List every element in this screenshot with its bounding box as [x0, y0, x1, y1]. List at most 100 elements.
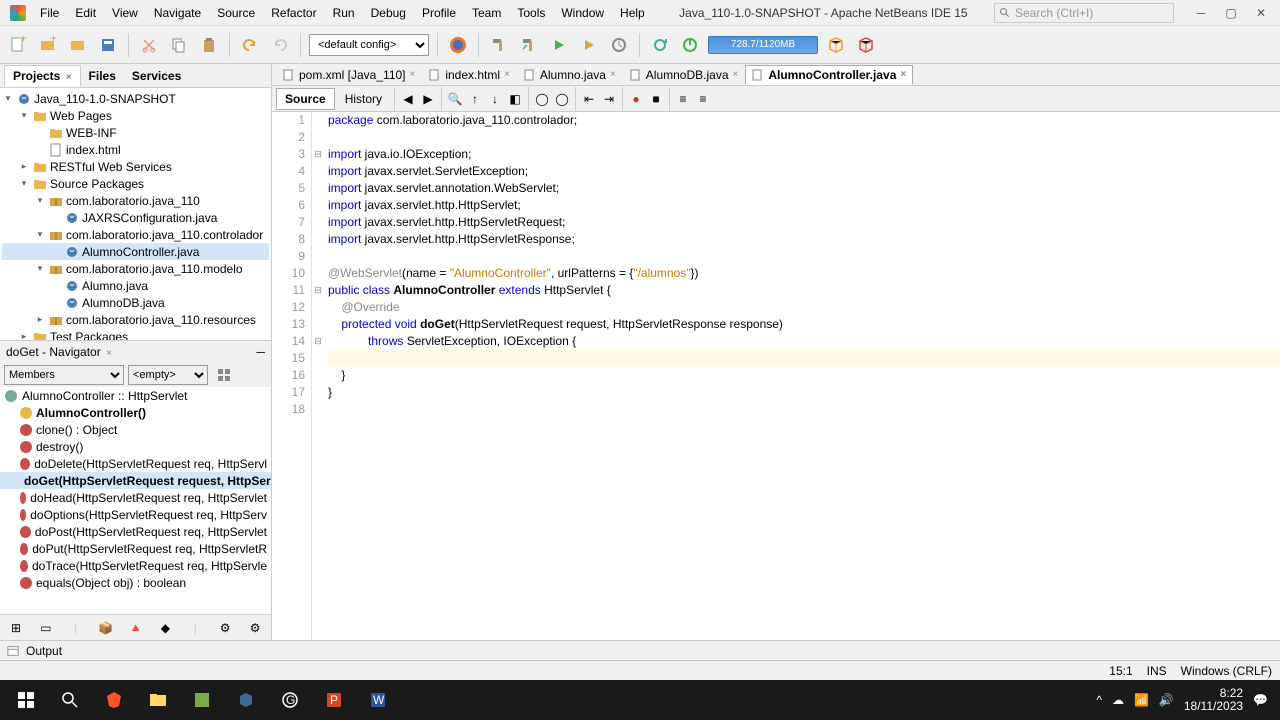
projects-tab[interactable]: Projects ×: [4, 65, 81, 87]
code-line[interactable]: }: [328, 384, 1280, 401]
tree-node[interactable]: JAXRSConfiguration.java: [2, 209, 269, 226]
bp-button[interactable]: ◯: [533, 90, 551, 108]
tree-node[interactable]: ▾com.laboratorio.java_110: [2, 192, 269, 209]
tree-toggle-icon[interactable]: ▸: [18, 161, 30, 172]
nav-b5[interactable]: ◆: [153, 616, 177, 640]
tree-toggle-icon[interactable]: ▾: [18, 178, 30, 189]
save-all-button[interactable]: [96, 33, 120, 57]
profile-button[interactable]: [607, 33, 631, 57]
tree-node[interactable]: ▾Java_110-1.0-SNAPSHOT: [2, 90, 269, 107]
navigator-item[interactable]: doDelete(HttpServletRequest req, HttpSer…: [0, 455, 271, 472]
notification-icon[interactable]: 💬: [1253, 693, 1268, 707]
close-icon[interactable]: ×: [410, 69, 416, 80]
volume-icon[interactable]: 🔊: [1159, 693, 1174, 707]
run-button[interactable]: [547, 33, 571, 57]
navigator-item[interactable]: equals(Object obj) : boolean: [0, 574, 271, 591]
close-icon[interactable]: ×: [900, 69, 906, 80]
redo-button[interactable]: [268, 33, 292, 57]
start-button[interactable]: [4, 680, 48, 720]
stop-button[interactable]: [678, 33, 702, 57]
new-file-button[interactable]: +: [6, 33, 30, 57]
files-tab[interactable]: Files: [81, 66, 124, 86]
tree-node[interactable]: ▸Test Packages: [2, 328, 269, 340]
code-line[interactable]: import javax.servlet.http.HttpServletReq…: [328, 214, 1280, 231]
tree-node[interactable]: WEB-INF: [2, 124, 269, 141]
back-button[interactable]: ◀: [399, 90, 417, 108]
comment-button[interactable]: ≡: [674, 90, 692, 108]
fold-toggle-icon[interactable]: ⊟: [312, 282, 324, 299]
navigator-list[interactable]: AlumnoController :: HttpServlet AlumnoCo…: [0, 387, 271, 614]
code-line[interactable]: [328, 350, 1280, 367]
reload-button[interactable]: [648, 33, 672, 57]
minimize-button[interactable]: ─: [1194, 6, 1208, 20]
services-tab[interactable]: Services: [124, 66, 189, 86]
firefox-button[interactable]: [446, 33, 470, 57]
tree-node[interactable]: AlumnoDB.java: [2, 294, 269, 311]
menu-refactor[interactable]: Refactor: [263, 2, 324, 24]
gc-button[interactable]: [824, 33, 848, 57]
word-button[interactable]: W: [356, 680, 400, 720]
menu-navigate[interactable]: Navigate: [146, 2, 209, 24]
ppt-button[interactable]: P: [312, 680, 356, 720]
navigator-item[interactable]: doPost(HttpServletRequest req, HttpServl…: [0, 523, 271, 540]
stop-rec-button[interactable]: ■: [647, 90, 665, 108]
search-button[interactable]: [48, 680, 92, 720]
tree-toggle-icon[interactable]: ▸: [34, 314, 46, 325]
close-icon[interactable]: ×: [106, 348, 112, 359]
close-icon[interactable]: ×: [66, 72, 72, 83]
navigator-item[interactable]: destroy(): [0, 438, 271, 455]
find-next-button[interactable]: ↓: [486, 90, 504, 108]
close-icon[interactable]: ×: [733, 69, 739, 80]
navigator-item[interactable]: AlumnoController(): [0, 404, 271, 421]
new-project-button[interactable]: +: [36, 33, 60, 57]
navigator-item[interactable]: doHead(HttpServletRequest req, HttpServl…: [0, 489, 271, 506]
navigator-item[interactable]: doTrace(HttpServletRequest req, HttpServ…: [0, 557, 271, 574]
menu-help[interactable]: Help: [612, 2, 653, 24]
code-line[interactable]: }: [328, 367, 1280, 384]
code-line[interactable]: import javax.servlet.http.HttpServletRes…: [328, 231, 1280, 248]
editor-tab[interactable]: pom.xml [Java_110]×: [276, 65, 422, 85]
fwd-button[interactable]: ▶: [419, 90, 437, 108]
rec-button[interactable]: ●: [627, 90, 645, 108]
config-select[interactable]: <default config>: [309, 34, 429, 56]
fold-toggle-icon[interactable]: ⊟: [312, 146, 324, 163]
close-icon[interactable]: ×: [610, 69, 616, 80]
shift-l-button[interactable]: ⇤: [580, 90, 598, 108]
tree-toggle-icon[interactable]: ▾: [18, 110, 30, 121]
empty-select[interactable]: <empty>: [128, 365, 208, 385]
code-line[interactable]: throws ServletException, IOException {: [328, 333, 1280, 350]
tree-toggle-icon[interactable]: ▸: [18, 331, 30, 340]
highlight-button[interactable]: ◧: [506, 90, 524, 108]
output-panel-header[interactable]: Output: [0, 640, 1280, 660]
tree-node[interactable]: ▸com.laboratorio.java_110.resources: [2, 311, 269, 328]
find-button[interactable]: 🔍: [446, 90, 464, 108]
code-line[interactable]: [328, 129, 1280, 146]
tree-node[interactable]: Alumno.java: [2, 277, 269, 294]
menu-window[interactable]: Window: [553, 2, 612, 24]
menu-file[interactable]: File: [32, 2, 67, 24]
editor-tab[interactable]: Alumno.java×: [517, 65, 623, 85]
bp2-button[interactable]: ◯: [553, 90, 571, 108]
tree-node[interactable]: ▾Source Packages: [2, 175, 269, 192]
members-select[interactable]: Members: [4, 365, 124, 385]
tree-toggle-icon[interactable]: ▾: [2, 93, 14, 104]
editor-tab[interactable]: AlumnoDB.java×: [623, 65, 746, 85]
debug-button[interactable]: [577, 33, 601, 57]
code-line[interactable]: import javax.servlet.http.HttpServlet;: [328, 197, 1280, 214]
code-line[interactable]: @Override: [328, 299, 1280, 316]
open-button[interactable]: [66, 33, 90, 57]
minimize-icon[interactable]: ─: [256, 345, 265, 359]
paste-button[interactable]: [197, 33, 221, 57]
code-editor[interactable]: 123456789101112131415161718 ⊟⊟⊟ package …: [272, 112, 1280, 640]
menu-tools[interactable]: Tools: [509, 2, 553, 24]
clean-build-button[interactable]: [517, 33, 541, 57]
tree-node[interactable]: ▾com.laboratorio.java_110.modelo: [2, 260, 269, 277]
code-line[interactable]: public class AlumnoController extends Ht…: [328, 282, 1280, 299]
code-line[interactable]: @WebServlet(name = "AlumnoController", u…: [328, 265, 1280, 282]
netbeans-button[interactable]: [224, 680, 268, 720]
close-icon[interactable]: ×: [504, 69, 510, 80]
code-line[interactable]: [328, 248, 1280, 265]
menu-edit[interactable]: Edit: [67, 2, 104, 24]
menu-view[interactable]: View: [104, 2, 146, 24]
history-tab[interactable]: History: [337, 89, 390, 109]
